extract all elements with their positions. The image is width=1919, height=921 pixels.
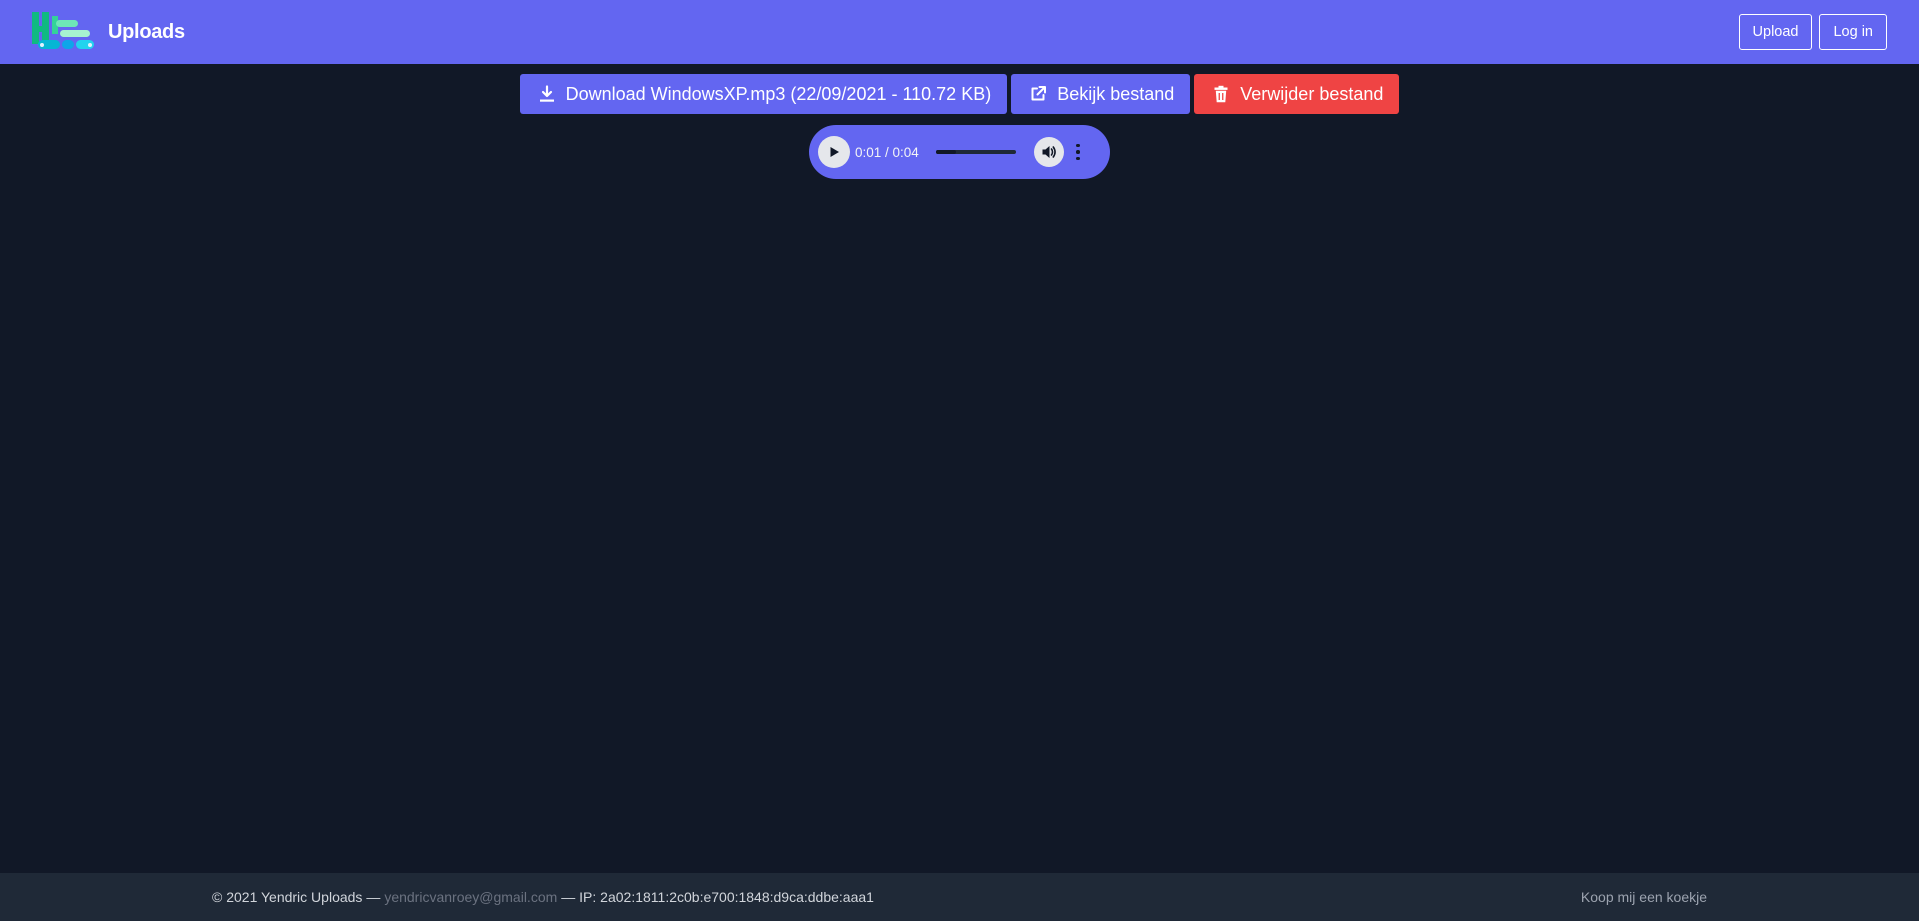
seek-bar[interactable] xyxy=(936,150,1016,154)
volume-icon xyxy=(1042,146,1056,158)
more-vertical-icon[interactable] xyxy=(1070,140,1086,164)
upload-button[interactable]: Upload xyxy=(1738,14,1813,50)
external-link-icon xyxy=(1031,86,1047,101)
play-icon xyxy=(830,147,839,157)
file-actions: Download WindowsXP.mp3 (22/09/2021 - 110… xyxy=(0,74,1919,114)
playback-time: 0:01 / 0:04 xyxy=(855,144,919,160)
top-navbar: Uploads Upload Log in xyxy=(0,0,1919,64)
download-icon xyxy=(539,85,554,102)
volume-button[interactable] xyxy=(1034,137,1064,167)
play-button[interactable] xyxy=(818,136,850,168)
delete-file-button[interactable]: Verwijder bestand xyxy=(1194,74,1400,114)
footer: © 2021 Yendric Uploads — yendricvanroey@… xyxy=(0,873,1919,921)
header-nav: Upload Log in xyxy=(1738,14,1887,50)
seek-progress xyxy=(936,150,956,154)
view-file-label: Bekijk bestand xyxy=(1057,83,1175,104)
menu-dot xyxy=(1076,143,1080,148)
menu-dot xyxy=(1076,156,1080,161)
delete-file-label: Verwijder bestand xyxy=(1240,83,1384,104)
menu-dot xyxy=(1076,150,1080,154)
copyright-text: © 2021 Yendric Uploads — xyxy=(212,889,381,905)
yendric-uploads-logo-icon xyxy=(32,12,94,49)
buy-me-a-cookie-link[interactable]: Koop mij een koekje xyxy=(1581,889,1707,905)
login-button[interactable]: Log in xyxy=(1819,14,1887,50)
download-label: Download WindowsXP.mp3 (22/09/2021 - 110… xyxy=(565,83,992,104)
ip-address-text: — IP: 2a02:1811:2c0b:e700:1848:d9ca:ddbe… xyxy=(561,889,874,905)
brand[interactable]: Uploads xyxy=(32,12,185,52)
app-title: Uploads xyxy=(108,20,185,43)
download-button[interactable]: Download WindowsXP.mp3 (22/09/2021 - 110… xyxy=(519,74,1008,114)
view-file-button[interactable]: Bekijk bestand xyxy=(1011,74,1191,114)
footer-info: © 2021 Yendric Uploads — yendricvanroey@… xyxy=(212,889,874,905)
contact-email-link[interactable]: yendricvanroey@gmail.com xyxy=(384,889,557,905)
audio-player: 0:01 / 0:04 xyxy=(809,125,1110,179)
trash-icon xyxy=(1214,85,1228,103)
